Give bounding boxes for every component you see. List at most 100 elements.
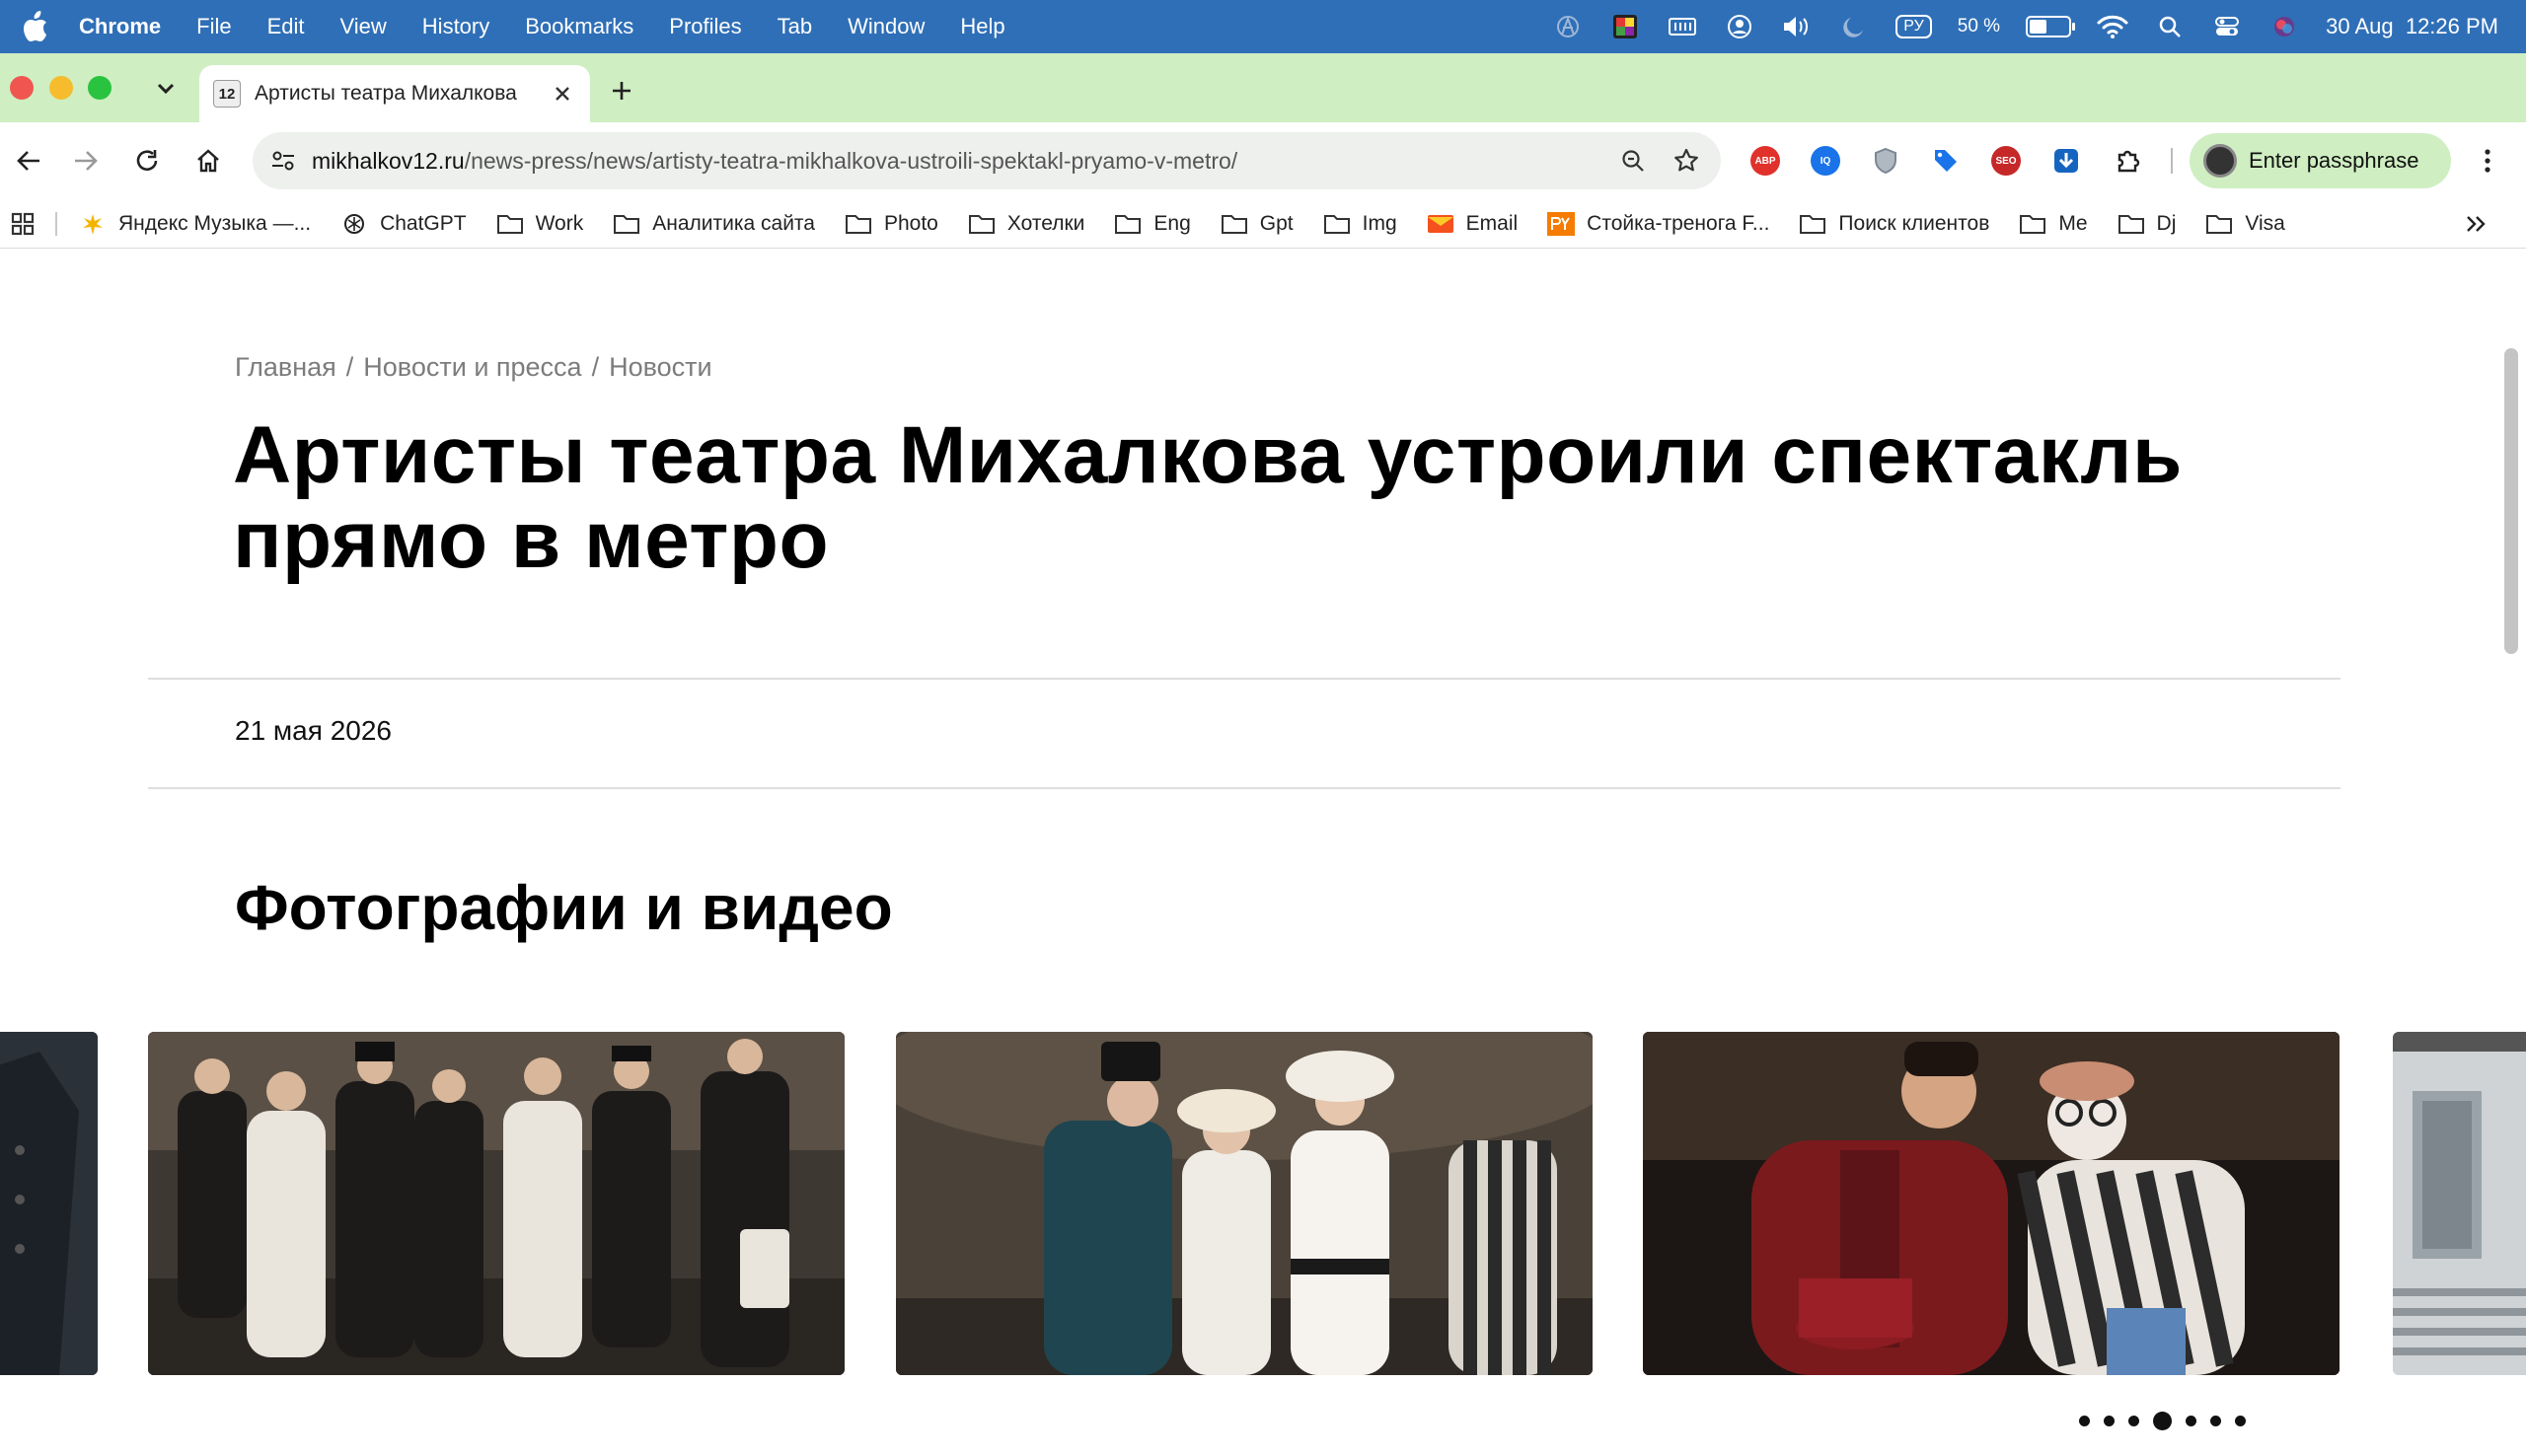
tab-search-chevron-icon[interactable] [148, 71, 184, 107]
iq-extension-icon[interactable]: IQ [1807, 142, 1844, 180]
bookmark-tripod[interactable]: Стойка-тренога F... [1547, 210, 1769, 238]
carousel-slide-photo-2[interactable] [896, 1032, 1593, 1375]
spotlight-search-icon[interactable] [2154, 11, 2186, 42]
bookmark-label: Аналитика сайта [652, 211, 815, 235]
reload-icon[interactable] [128, 142, 166, 180]
bookmark-folder-dj[interactable]: Dj [2117, 210, 2177, 238]
carousel-dot[interactable] [2104, 1416, 2115, 1426]
bookmark-folder-work[interactable]: Work [496, 210, 583, 238]
bookmark-folder-photo[interactable]: Photo [845, 210, 938, 238]
menu-history[interactable]: History [422, 14, 489, 39]
menu-tab[interactable]: Tab [778, 14, 812, 39]
bookmark-star-icon[interactable] [1668, 142, 1705, 180]
wifi-icon[interactable] [2097, 11, 2128, 42]
apps-grid-icon[interactable] [8, 209, 37, 239]
window-minimize-button[interactable] [49, 76, 73, 100]
bookmark-folder-clients[interactable]: Поиск клиентов [1799, 210, 1989, 238]
carousel-slide-next-partial[interactable] [2393, 1032, 2526, 1375]
web-page: Главная / Новости и пресса / Новости Артисты… [0, 250, 2526, 1456]
chrome-menu-kebab-icon[interactable] [2469, 142, 2506, 180]
folder-icon [2117, 210, 2145, 238]
bookmark-chatgpt[interactable]: ChatGPT [340, 210, 467, 238]
carousel-slide-photo-1[interactable] [148, 1032, 845, 1375]
bookmark-folder-visa[interactable]: Visa [2205, 210, 2285, 238]
user-account-icon[interactable] [1724, 11, 1755, 42]
anarchy-icon[interactable] [1552, 11, 1584, 42]
carousel-dot[interactable] [2235, 1416, 2246, 1426]
home-icon[interactable] [189, 142, 227, 180]
bookmark-yandex-music[interactable]: Яндекс Музыка —... [79, 210, 311, 238]
bookmark-folder-me[interactable]: Me [2019, 210, 2088, 238]
carousel-dot[interactable] [2210, 1416, 2221, 1426]
shield-extension-icon[interactable] [1867, 142, 1904, 180]
carousel-dot[interactable] [2128, 1416, 2139, 1426]
volume-icon[interactable] [1781, 11, 1813, 42]
bookmark-folder-analytics[interactable]: Аналитика сайта [613, 210, 815, 238]
breadcrumb-separator: / [591, 352, 600, 382]
bookmark-folder-img[interactable]: Img [1323, 210, 1397, 238]
menu-help[interactable]: Help [960, 14, 1004, 39]
window-close-button[interactable] [10, 76, 34, 100]
page-scrollbar-thumb[interactable] [2504, 348, 2518, 654]
control-center-icon[interactable] [2211, 11, 2243, 42]
window-zoom-button[interactable] [88, 76, 111, 100]
extensions-puzzle-icon[interactable] [2110, 142, 2147, 180]
url-text[interactable]: mikhalkov12.ru/news-press/news/artisty-t… [312, 148, 1614, 175]
active-tab[interactable]: 12 Артисты театра Михалкова [199, 65, 590, 122]
tab-close-icon[interactable] [549, 80, 576, 108]
zoom-magnifier-icon[interactable] [1614, 142, 1652, 180]
breadcrumb-news-link[interactable]: Новости [609, 352, 712, 382]
color-app-icon[interactable] [1609, 11, 1641, 42]
breadcrumb-home-link[interactable]: Главная [235, 352, 336, 382]
breadcrumb-news-press-link[interactable]: Новости и пресса [363, 352, 581, 382]
menu-bookmarks[interactable]: Bookmarks [525, 14, 633, 39]
bookmark-label: Visa [2245, 211, 2285, 235]
carousel-dot[interactable] [2079, 1416, 2090, 1426]
menu-profiles[interactable]: Profiles [669, 14, 741, 39]
seo-extension-icon[interactable]: SEO [1987, 142, 2025, 180]
bookmarks-overflow-chevron-icon[interactable] [2461, 209, 2490, 239]
download-extension-icon[interactable] [2047, 142, 2085, 180]
bookmarks-bar: Яндекс Музыка —... ChatGPT Work Аналитик… [0, 199, 2526, 249]
keyboard-layout-indicator[interactable]: РУ [1895, 15, 1932, 38]
py-icon [1547, 210, 1576, 238]
carousel-dot-active[interactable] [2153, 1412, 2172, 1430]
menubar-date[interactable]: 30 Aug 12:26 PM [2326, 14, 2498, 39]
menu-window[interactable]: Window [848, 14, 925, 39]
battery-level-fill [2030, 20, 2047, 34]
memory-icon[interactable] [1667, 11, 1698, 42]
macos-menubar: Chrome File Edit View History Bookmarks … [0, 0, 2526, 53]
menu-file[interactable]: File [196, 14, 231, 39]
apple-icon[interactable] [18, 10, 51, 43]
profile-chip[interactable]: Enter passphrase [2190, 133, 2451, 188]
bookmark-folder-wishlist[interactable]: Хотелки [968, 210, 1084, 238]
folder-icon [1221, 210, 1248, 238]
menu-app-name[interactable]: Chrome [79, 14, 161, 39]
bookmark-email[interactable]: Email [1427, 210, 1518, 238]
siri-icon[interactable] [2268, 11, 2300, 42]
tab-favicon: 12 [213, 80, 241, 108]
tag-extension-icon[interactable] [1927, 142, 1965, 180]
menubar-status-area: РУ 50 % 30 Aug 12:26 PM [1552, 0, 2498, 53]
address-bar[interactable]: mikhalkov12.ru/news-press/news/artisty-t… [253, 132, 1721, 189]
adblock-extension-icon[interactable]: ABP [1746, 142, 1784, 180]
avatar [2203, 144, 2237, 178]
menu-edit[interactable]: Edit [267, 14, 305, 39]
publication-date: 21 мая 2026 [235, 715, 392, 746]
moon-icon[interactable] [1838, 11, 1870, 42]
back-arrow-icon[interactable] [10, 142, 47, 180]
carousel-dot[interactable] [2186, 1416, 2196, 1426]
bookmark-folder-eng[interactable]: Eng [1114, 210, 1191, 238]
forward-arrow-icon[interactable] [67, 142, 105, 180]
battery-icon[interactable] [2026, 16, 2076, 37]
new-tab-plus-icon[interactable] [604, 73, 639, 109]
bookmark-label: Яндекс Музыка —... [118, 211, 312, 235]
section-title: Фотографии и видео [235, 872, 893, 943]
carousel-slide-prev-partial[interactable] [0, 1032, 98, 1375]
carousel-slide-photo-3[interactable] [1643, 1032, 2340, 1375]
breadcrumb: Главная / Новости и пресса / Новости [235, 352, 712, 383]
site-info-tune-icon[interactable] [264, 142, 302, 180]
bookmark-folder-gpt[interactable]: Gpt [1221, 210, 1294, 238]
bookmark-label: Dj [2156, 211, 2177, 235]
menu-view[interactable]: View [340, 14, 387, 39]
